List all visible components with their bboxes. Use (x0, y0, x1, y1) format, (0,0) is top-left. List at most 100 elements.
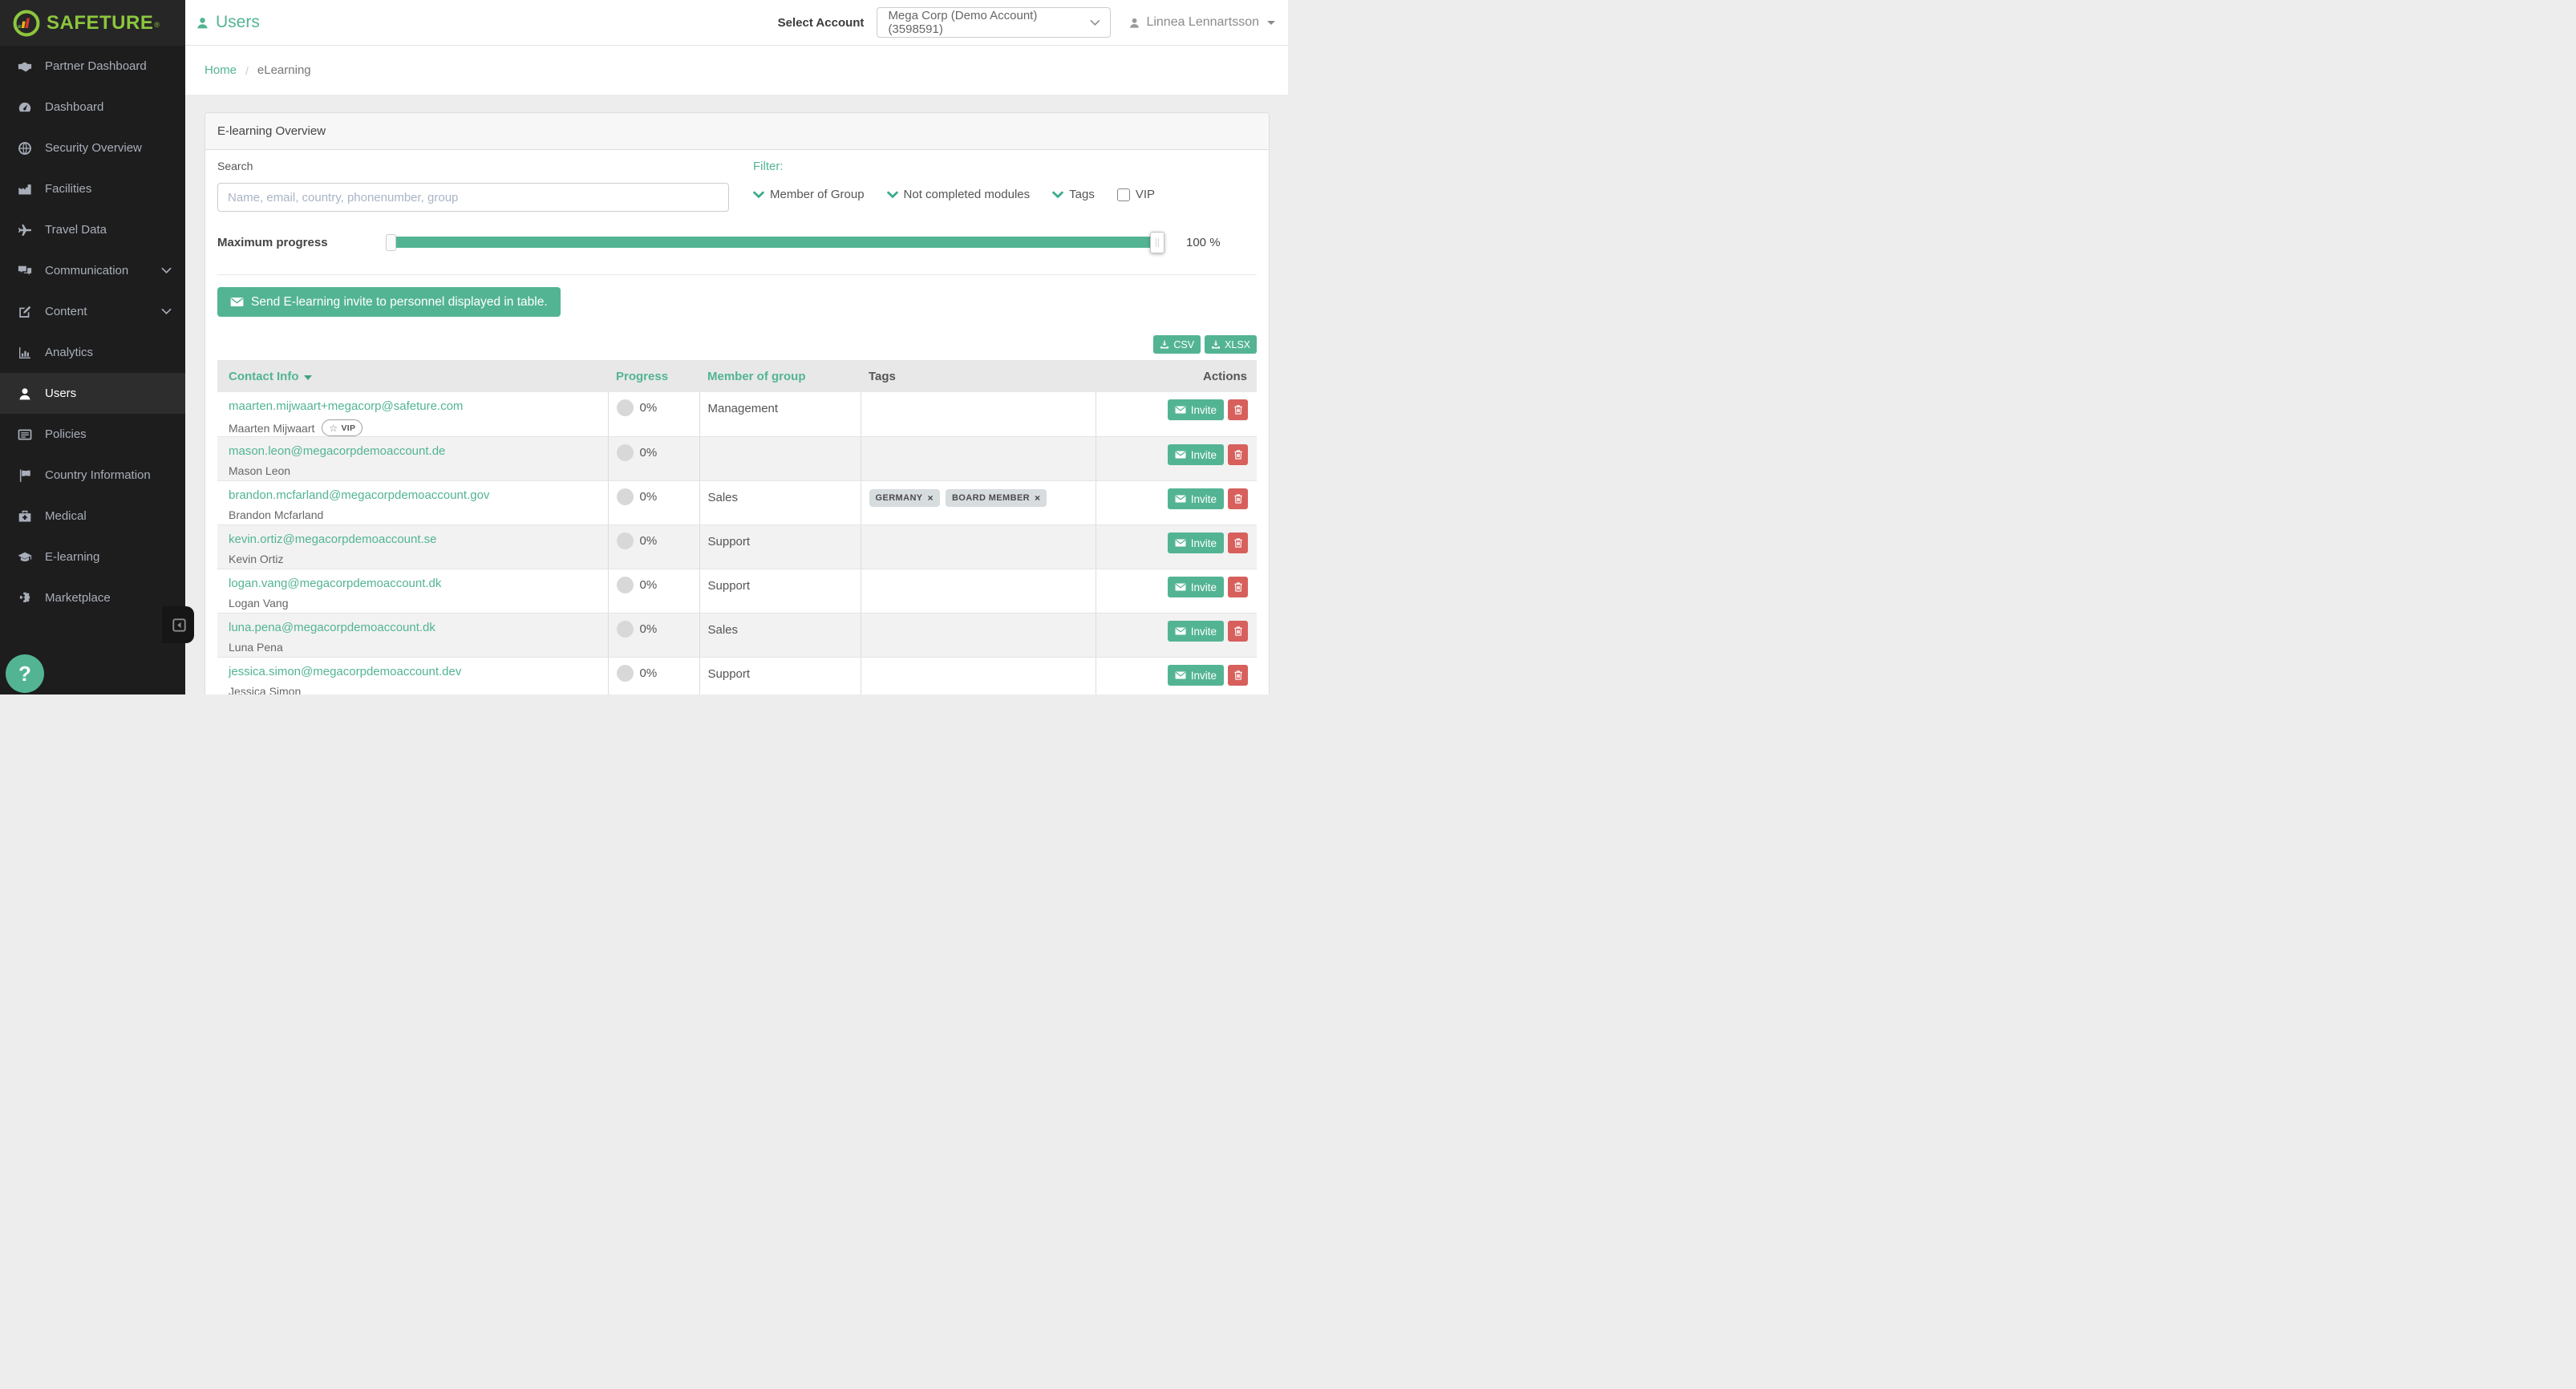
page-area: E-learning Overview Search Filter: Membe… (185, 95, 1288, 694)
tags-cell (861, 437, 1096, 481)
sidebar-item-label: E-learning (45, 550, 99, 564)
factory-icon (17, 182, 33, 196)
download-icon (1160, 340, 1169, 350)
delete-user-button[interactable] (1228, 621, 1248, 642)
envelope-icon (230, 295, 244, 309)
member-of-group-value: Management (699, 392, 861, 437)
invite-button[interactable]: Invite (1168, 488, 1224, 509)
sidebar-item-e-learning[interactable]: E-learning (0, 537, 185, 577)
search-input[interactable] (217, 183, 729, 212)
delete-user-button[interactable] (1228, 533, 1248, 553)
progress-value: 0% (640, 534, 658, 548)
panel-body: Search Filter: Member of GroupNot comple… (205, 150, 1269, 694)
sidebar-menu: Partner DashboardDashboardSecurity Overv… (0, 46, 185, 618)
user-menu[interactable]: Linnea Lennartsson (1128, 15, 1275, 30)
topbar-right: Select Account Mega Corp (Demo Account) … (778, 7, 1275, 38)
sidebar-item-marketplace[interactable]: Marketplace (0, 577, 185, 618)
user-name-text: Jessica Simon (229, 685, 301, 694)
sidebar-item-analytics[interactable]: Analytics (0, 332, 185, 373)
trash-icon (1233, 537, 1244, 549)
delete-user-button[interactable] (1228, 577, 1248, 597)
sidebar-item-policies[interactable]: Policies (0, 414, 185, 455)
envelope-icon (1175, 449, 1186, 460)
user-email-link[interactable]: maarten.mijwaart+megacorp@safeture.com (229, 399, 463, 413)
sidebar-item-users[interactable]: Users (0, 373, 185, 414)
flag-icon (17, 468, 33, 483)
sidebar-collapse-button[interactable] (162, 606, 194, 643)
table-header-row: Contact Info Progress Member of group Ta… (217, 360, 1257, 392)
progress-indicator (617, 488, 634, 505)
max-progress-label: Maximum progress (217, 236, 388, 249)
invite-button[interactable]: Invite (1168, 665, 1224, 686)
member-of-group-value: Support (699, 569, 861, 614)
max-progress-slider[interactable] (388, 231, 1164, 253)
table-row: luna.pena@megacorpdemoaccount.dkLuna Pen… (217, 614, 1257, 658)
sidebar-item-partner-dashboard[interactable]: Partner Dashboard (0, 46, 185, 87)
delete-user-button[interactable] (1228, 488, 1248, 509)
filter-vip[interactable]: VIP (1117, 188, 1155, 201)
column-header-contact-info[interactable]: Contact Info (217, 360, 608, 392)
tags-cell (861, 658, 1096, 695)
member-of-group-value (699, 437, 861, 481)
sidebar-item-country-information[interactable]: Country Information (0, 455, 185, 496)
column-header-tags: Tags (861, 360, 1096, 392)
sidebar-item-medical[interactable]: Medical (0, 496, 185, 537)
delete-user-button[interactable] (1228, 399, 1248, 420)
safeture-logo: SAFETURE® (0, 0, 185, 46)
progress-indicator (617, 533, 634, 549)
remove-tag-icon[interactable]: × (1035, 492, 1040, 504)
envelope-icon (1175, 670, 1186, 681)
export-csv-button[interactable]: CSV (1153, 335, 1201, 354)
page-title: Users (196, 13, 260, 32)
sidebar-item-facilities[interactable]: Facilities (0, 168, 185, 209)
divider (217, 274, 1257, 275)
progress-indicator (617, 577, 634, 593)
user-email-link[interactable]: jessica.simon@megacorpdemoaccount.dev (229, 665, 461, 678)
remove-tag-icon[interactable]: × (928, 492, 934, 504)
tag-chip[interactable]: BOARD MEMBER× (946, 489, 1047, 507)
comments-icon (17, 264, 33, 278)
dashboard-icon (17, 100, 33, 115)
brand-name: SAFETURE (47, 12, 153, 34)
sidebar-item-travel-data[interactable]: Travel Data (0, 209, 185, 250)
filter-row: Member of Group Not completed modules Tags… (753, 188, 1257, 201)
send-elearning-invite-button[interactable]: Send E-learning invite to personnel disp… (217, 287, 561, 317)
users-table: Contact Info Progress Member of group Ta… (217, 360, 1257, 694)
filter-tags[interactable]: Tags (1052, 188, 1095, 201)
sidebar-item-content[interactable]: Content (0, 291, 185, 332)
invite-button[interactable]: Invite (1168, 621, 1224, 642)
vip-checkbox[interactable] (1117, 188, 1130, 201)
delete-user-button[interactable] (1228, 665, 1248, 686)
trash-icon (1233, 449, 1244, 460)
trash-icon (1233, 404, 1244, 415)
user-email-link[interactable]: kevin.ortiz@megacorpdemoaccount.se (229, 533, 437, 546)
export-xlsx-button[interactable]: XLSX (1205, 335, 1257, 354)
invite-button[interactable]: Invite (1168, 444, 1224, 465)
slider-handle-min[interactable] (386, 234, 396, 251)
account-select[interactable]: Mega Corp (Demo Account) (3598591) (877, 7, 1111, 38)
invite-button[interactable]: Invite (1168, 533, 1224, 553)
sidebar-item-security-overview[interactable]: Security Overview (0, 128, 185, 168)
invite-button[interactable]: Invite (1168, 577, 1224, 597)
sidebar-item-dashboard[interactable]: Dashboard (0, 87, 185, 128)
filter-not-completed-modules[interactable]: Not completed modules (887, 188, 1031, 201)
sidebar-item-communication[interactable]: Communication (0, 250, 185, 291)
topbar-main: Users Select Account Mega Corp (Demo Acc… (185, 0, 1288, 46)
user-email-link[interactable]: brandon.mcfarland@megacorpdemoaccount.go… (229, 488, 489, 502)
filter-member-of-group[interactable]: Member of Group (753, 188, 865, 201)
user-email-link[interactable]: logan.vang@megacorpdemoaccount.dk (229, 577, 441, 590)
breadcrumb-home-link[interactable]: Home (205, 63, 237, 77)
column-header-member-of-group[interactable]: Member of group (699, 360, 861, 392)
delete-user-button[interactable] (1228, 444, 1248, 465)
progress-indicator (617, 444, 634, 461)
user-email-link[interactable]: luna.pena@megacorpdemoaccount.dk (229, 621, 435, 634)
invite-button[interactable]: Invite (1168, 399, 1224, 420)
tag-chip[interactable]: GERMANY× (869, 489, 940, 507)
column-header-progress[interactable]: Progress (608, 360, 699, 392)
slider-handle-max[interactable] (1150, 232, 1164, 253)
help-button[interactable]: ? (6, 654, 44, 693)
trash-icon (1233, 493, 1244, 504)
slider-track (388, 237, 1164, 248)
user-email-link[interactable]: mason.leon@megacorpdemoaccount.de (229, 444, 445, 458)
sidebar-item-label: Content (45, 305, 87, 318)
